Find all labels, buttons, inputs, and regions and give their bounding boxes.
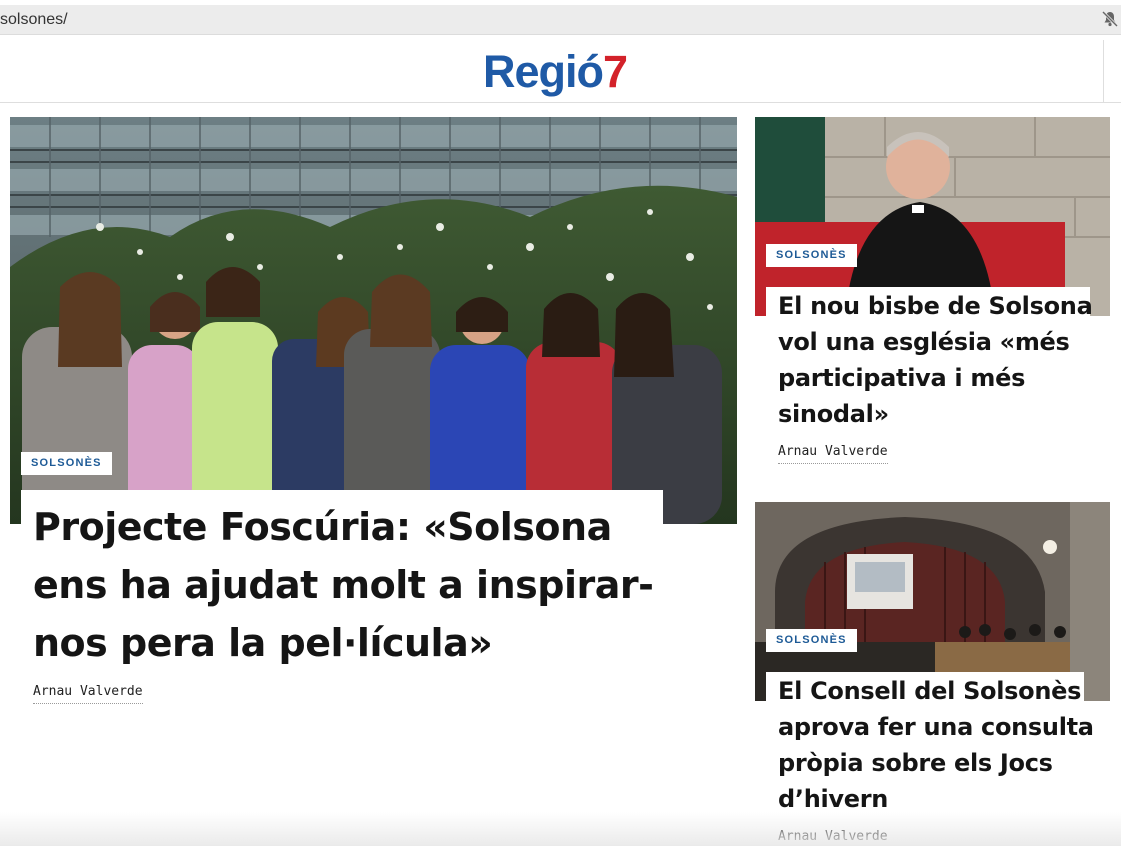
group-photo-image	[10, 117, 737, 524]
site-header: Regió7	[0, 40, 1121, 103]
author-link[interactable]: Arnau Valverde	[33, 684, 143, 704]
site-logo[interactable]: Regió7	[483, 46, 628, 98]
viewport-fade	[0, 812, 1121, 846]
author-link[interactable]: Arnau Valverde	[778, 444, 888, 464]
headline-line: ens ha ajudat molt a inspirar-	[33, 563, 654, 607]
category-tag[interactable]: SOLSONÈS	[21, 452, 112, 475]
category-tag[interactable]: SOLSONÈS	[766, 244, 857, 267]
logo-number: 7	[603, 46, 628, 97]
bell-slash-icon[interactable]	[1101, 10, 1119, 28]
main-headline[interactable]: Projecte Foscúria: «Solsona ens ha ajuda…	[33, 498, 713, 672]
side-headline[interactable]: El Consell del Solsonès aprova fer una c…	[778, 673, 1098, 817]
headline-line: pròpia sobre els Jocs	[778, 749, 1053, 777]
logo-word: Regió	[483, 46, 604, 97]
headline-line: aprova fer una consulta	[778, 713, 1094, 741]
category-tag[interactable]: SOLSONÈS	[766, 629, 857, 652]
url-text[interactable]: solsones/	[0, 11, 68, 29]
headline-line: El nou bisbe de Solsona	[778, 292, 1093, 320]
headline-line: participativa i més	[778, 364, 1026, 392]
header-divider	[1103, 40, 1104, 102]
headline-line: nos pera la pel·lícula»	[33, 621, 493, 665]
headline-line: sinodal»	[778, 400, 889, 428]
author-link[interactable]: Arnau Valverde	[778, 829, 888, 846]
headline-line: Projecte Foscúria: «Solsona	[33, 505, 612, 549]
headline-line: El Consell del Solsonès	[778, 677, 1082, 705]
main-story-photo[interactable]	[10, 117, 737, 524]
side-headline[interactable]: El nou bisbe de Solsona vol una església…	[778, 288, 1098, 432]
headline-line: vol una església «més	[778, 328, 1070, 356]
headline-line: d’hivern	[778, 785, 889, 813]
address-bar[interactable]: solsones/	[0, 5, 1121, 35]
